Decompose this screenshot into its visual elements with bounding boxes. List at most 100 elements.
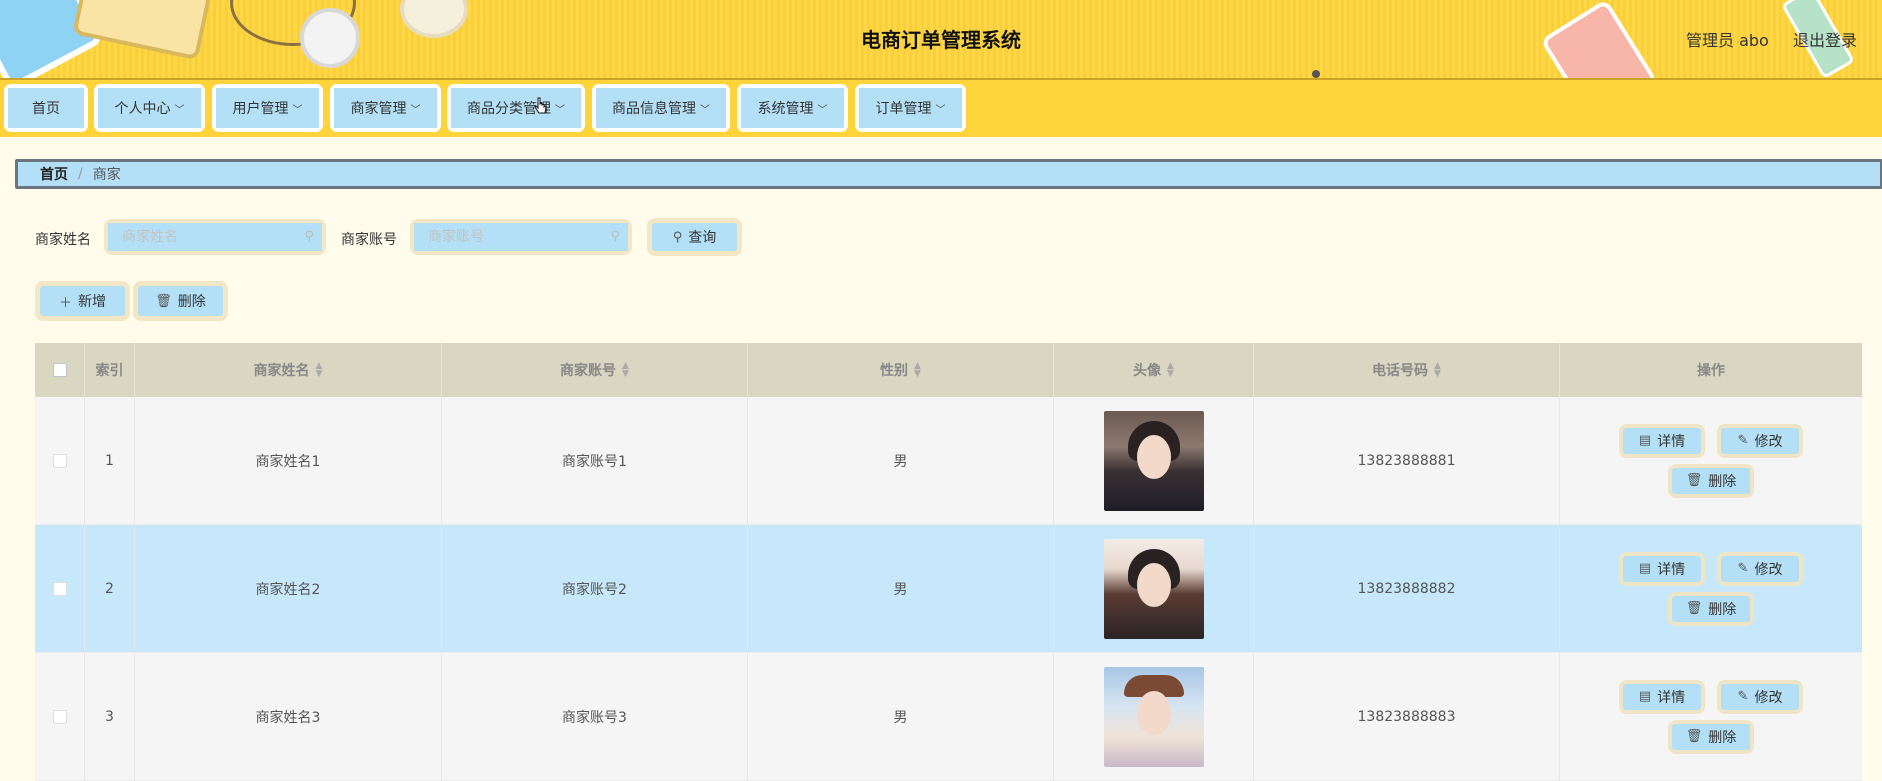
- ops-cell: ▤ 详情 ✎ 修改 🗑 删除: [1560, 653, 1862, 781]
- column-header-label: 头像: [1133, 363, 1162, 379]
- column-header-name[interactable]: 商家姓名 ▲ ▼: [135, 343, 442, 397]
- sort-icon[interactable]: ▲ ▼: [316, 362, 323, 379]
- detail-button-label: 详情: [1657, 689, 1686, 706]
- select-all-checkbox[interactable]: [52, 363, 67, 377]
- delete-button[interactable]: 🗑 删除: [1668, 591, 1754, 626]
- breadcrumb-current: 商家: [92, 167, 121, 183]
- row-checkbox[interactable]: [52, 709, 67, 724]
- detail-button[interactable]: ▤ 详情: [1619, 551, 1705, 586]
- query-button[interactable]: ⚲ 查询: [647, 218, 742, 256]
- merchant-name-search-wrapper: ⚲: [104, 219, 326, 255]
- mouse-pointer-icon: [534, 96, 548, 116]
- row-checkbox[interactable]: [52, 453, 67, 468]
- row-select-cell: [35, 525, 85, 653]
- pencil-icon: ✎: [1737, 433, 1749, 448]
- sort-icon[interactable]: ▲ ▼: [914, 362, 921, 379]
- search-icon: ⚲: [672, 229, 683, 245]
- chevron-down-icon: ﹀: [700, 104, 710, 116]
- column-header-label: 商家姓名: [253, 363, 310, 379]
- gender-cell: 男: [748, 397, 1054, 525]
- chevron-down-icon: ﹀: [817, 104, 828, 116]
- chevron-down-icon: ﹀: [174, 104, 185, 116]
- avatar[interactable]: [1103, 410, 1204, 511]
- search-icon: ⚲: [304, 229, 314, 244]
- logout-link[interactable]: 退出登录: [1793, 27, 1857, 51]
- column-header-avatar[interactable]: 头像 ▲ ▼: [1054, 343, 1254, 397]
- edit-button-label: 修改: [1754, 561, 1783, 578]
- add-button[interactable]: ＋ 新增: [35, 281, 130, 321]
- chevron-down-icon: ﹀: [410, 104, 421, 116]
- nav-item-label: 订单管理: [875, 101, 932, 117]
- edit-button-label: 修改: [1754, 433, 1783, 450]
- table-row: 3 商家姓名3 商家账号3 男 13823888883 ▤ 详情 ✎ 修改 🗑 删除: [35, 653, 1862, 781]
- nav-item-merchant-management[interactable]: 商家管理 ﹀: [330, 84, 441, 132]
- nav-item-user-management[interactable]: 用户管理 ﹀: [212, 84, 323, 132]
- name-cell: 商家姓名3: [135, 653, 442, 781]
- sort-icon[interactable]: ▲ ▼: [622, 362, 629, 379]
- nav-item-label: 首页: [32, 101, 60, 117]
- nav-item-product-management[interactable]: 商品信息管理 ﹀: [592, 84, 730, 132]
- row-checkbox[interactable]: [52, 581, 67, 596]
- avatar[interactable]: [1103, 538, 1204, 639]
- trash-icon: 🗑: [1685, 729, 1703, 744]
- edit-button[interactable]: ✎ 修改: [1717, 679, 1803, 714]
- merchant-account-input[interactable]: [414, 223, 628, 251]
- name-cell: 商家姓名2: [135, 525, 442, 653]
- trash-icon: 🗑: [1685, 601, 1703, 616]
- merchant-name-input[interactable]: [108, 223, 322, 251]
- app-header: 电商订单管理系统 管理员 abo 退出登录: [0, 0, 1882, 80]
- breadcrumb-home[interactable]: 首页: [40, 164, 68, 184]
- account-cell: 商家账号2: [442, 525, 748, 653]
- column-header-ops: 操作: [1560, 343, 1862, 397]
- account-cell: 商家账号1: [442, 397, 748, 525]
- pencil-icon: ✎: [1737, 689, 1749, 704]
- column-header-account[interactable]: 商家账号 ▲ ▼: [442, 343, 748, 397]
- table-header: 索引 商家姓名 ▲ ▼ 商家账号 ▲ ▼ 性别 ▲ ▼ 头像 ▲ ▼ 电话号码 ▲ ▼ 操作: [35, 343, 1862, 397]
- nav-item-label: 系统管理: [757, 101, 814, 117]
- delete-button-label: 删除: [1708, 729, 1737, 746]
- chevron-down-icon: ﹀: [935, 104, 946, 116]
- column-header-phone[interactable]: 电话号码 ▲ ▼: [1254, 343, 1560, 397]
- nav-item-home[interactable]: 首页: [4, 84, 88, 132]
- column-header-gender[interactable]: 性别 ▲ ▼: [748, 343, 1054, 397]
- column-header-label: 索引: [95, 363, 124, 379]
- trash-icon: 🗑: [1685, 473, 1703, 488]
- chevron-down-icon: ﹀: [555, 104, 565, 116]
- merchant-table: 索引 商家姓名 ▲ ▼ 商家账号 ▲ ▼ 性别 ▲ ▼ 头像 ▲ ▼ 电话号码 ▲ ▼ 操作 1 商…: [35, 343, 1862, 781]
- nav-item-system-management[interactable]: 系统管理 ﹀: [737, 84, 848, 132]
- column-header-label: 商家账号: [560, 363, 617, 379]
- batch-delete-button[interactable]: 🗑 删除: [133, 281, 228, 321]
- avatar-cell: [1054, 397, 1254, 525]
- delete-button[interactable]: 🗑 删除: [1668, 719, 1754, 754]
- column-header-label: 操作: [1697, 363, 1725, 379]
- select-all-cell: [35, 343, 85, 397]
- document-icon: ▤: [1638, 561, 1652, 576]
- nav-item-order-management[interactable]: 订单管理 ﹀: [855, 84, 966, 132]
- plus-icon: ＋: [58, 295, 72, 311]
- merchant-name-label: 商家姓名: [35, 232, 91, 248]
- edit-button-label: 修改: [1754, 689, 1783, 706]
- phone-cell: 13823888881: [1254, 397, 1560, 525]
- delete-button[interactable]: 🗑 删除: [1668, 463, 1754, 498]
- sort-icon[interactable]: ▲ ▼: [1167, 362, 1174, 379]
- nav-item-personal-center[interactable]: 个人中心 ﹀: [94, 84, 205, 132]
- search-icon: ⚲: [610, 229, 620, 244]
- delete-button-label: 删除: [1708, 473, 1737, 490]
- gender-cell: 男: [748, 525, 1054, 653]
- breadcrumb-separator: /: [78, 166, 83, 182]
- edit-button[interactable]: ✎ 修改: [1717, 551, 1803, 586]
- sort-icon[interactable]: ▲ ▼: [1434, 362, 1441, 379]
- detail-button[interactable]: ▤ 详情: [1619, 423, 1705, 458]
- table-row: 1 商家姓名1 商家账号1 男 13823888881 ▤ 详情 ✎ 修改 🗑 删除: [35, 397, 1862, 525]
- batch-delete-button-label: 删除: [177, 294, 206, 310]
- merchant-account-search-wrapper: ⚲: [410, 219, 632, 255]
- nav-item-category-management[interactable]: 商品分类管理 ﹀: [447, 84, 585, 132]
- phone-cell: 13823888882: [1254, 525, 1560, 653]
- merchant-account-label: 商家账号: [341, 232, 397, 248]
- document-icon: ▤: [1638, 689, 1652, 704]
- account-cell: 商家账号3: [442, 653, 748, 781]
- row-select-cell: [35, 397, 85, 525]
- avatar[interactable]: [1103, 666, 1204, 767]
- detail-button[interactable]: ▤ 详情: [1619, 679, 1705, 714]
- edit-button[interactable]: ✎ 修改: [1717, 423, 1803, 458]
